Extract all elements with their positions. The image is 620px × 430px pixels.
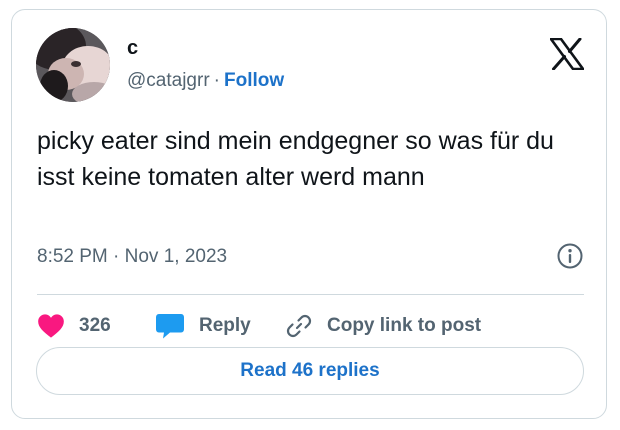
link-icon xyxy=(286,314,312,338)
tweet-card: c @catajgrr · Follow picky eater sind mein… xyxy=(11,9,607,419)
read-replies-button[interactable]: Read 46 replies xyxy=(36,347,584,395)
read-replies-label: Read 46 replies xyxy=(240,360,380,381)
separator-dot: · xyxy=(213,70,220,91)
tweet-text: picky eater sind mein endgegner so was f… xyxy=(37,127,554,191)
like-button[interactable]: 326 xyxy=(37,313,125,339)
x-logo-icon[interactable] xyxy=(549,37,585,71)
tweet-timestamp[interactable]: 8:52 PM · Nov 1, 2023 xyxy=(37,244,227,270)
avatar[interactable] xyxy=(36,28,110,102)
like-count: 326 xyxy=(79,315,111,336)
speech-bubble-icon xyxy=(156,314,184,339)
reply-label: Reply xyxy=(199,315,251,336)
author-handle[interactable]: @catajgrr xyxy=(127,70,210,91)
follow-button[interactable]: Follow xyxy=(224,70,284,91)
copy-link-button[interactable]: Copy link to post xyxy=(285,312,481,340)
author-handle-row: @catajgrr · Follow xyxy=(127,68,284,94)
divider xyxy=(37,294,584,295)
heart-icon xyxy=(38,314,64,338)
reply-button[interactable]: Reply xyxy=(155,312,255,340)
action-bar: 326 Reply Copy link to post xyxy=(37,306,481,346)
copy-link-label: Copy link to post xyxy=(327,315,482,336)
author-name[interactable]: c xyxy=(127,36,138,60)
info-icon[interactable] xyxy=(556,242,584,270)
